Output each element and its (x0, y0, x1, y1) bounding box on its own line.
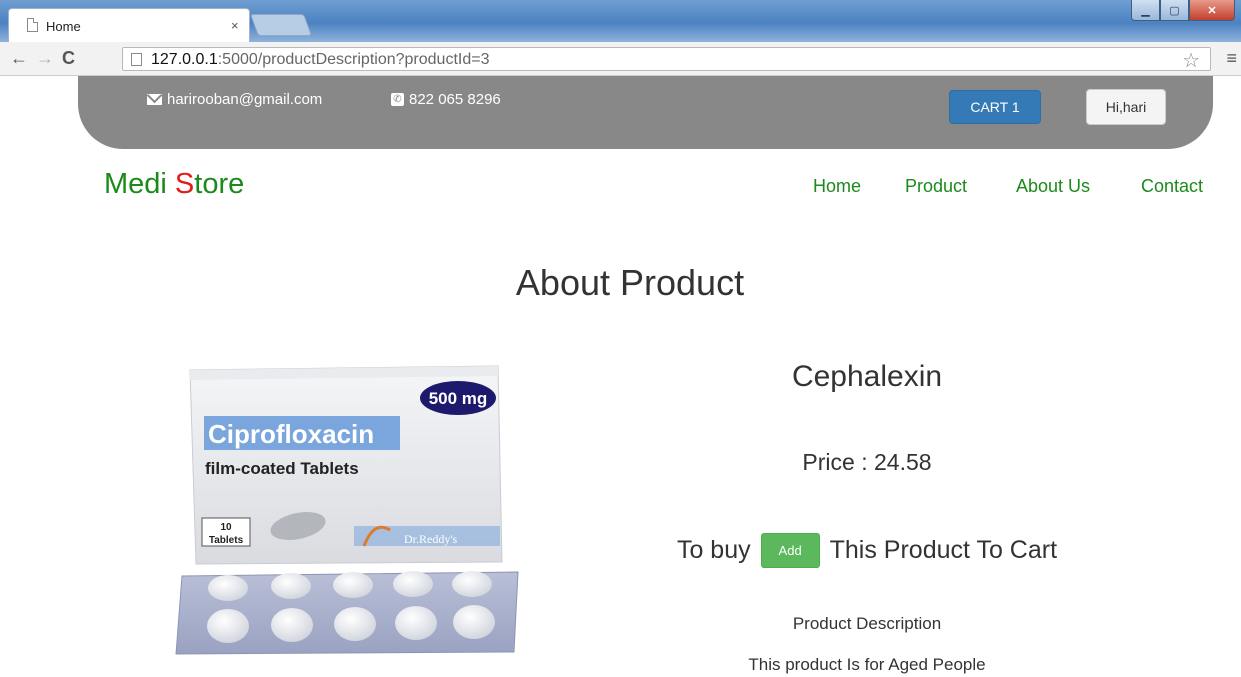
product-price: Price : 24.58 (802, 449, 932, 475)
strength-text: 500 mg (429, 389, 488, 408)
phone-contact: ✆ 822 065 8296 (391, 91, 501, 108)
description-heading: Product Description (792, 614, 942, 633)
top-contact-bar: harirooban@gmail.com ✆ 822 065 8296 CART… (78, 76, 1213, 149)
menu-icon[interactable]: ≡ (1226, 48, 1237, 69)
tab-close-icon[interactable]: × (231, 18, 239, 33)
tab-title: Home (46, 19, 81, 34)
brand-logo[interactable]: Medi Store (104, 168, 244, 201)
window-close-icon[interactable]: ✕ (1189, 0, 1235, 21)
page-title: About Product (515, 262, 745, 303)
phone-icon: ✆ (391, 93, 404, 106)
new-tab-button[interactable] (249, 14, 313, 36)
buy-row: To buy Add This Product To Cart (600, 533, 1134, 568)
buy-prefix: To buy (676, 536, 751, 564)
browser-tab-home[interactable]: Home × (8, 8, 250, 42)
maker-name: Dr.Reddy's (404, 532, 457, 546)
forward-icon[interactable]: → (36, 48, 54, 69)
minimize-icon[interactable]: ▁ (1131, 0, 1160, 21)
url-text[interactable]: 127.0.0.1:5000/productDescription?produc… (151, 51, 489, 69)
nav-contact[interactable]: Contact (1141, 176, 1203, 197)
brand-part-2: tore (194, 168, 245, 200)
count-number: 10 (220, 522, 232, 533)
maximize-icon[interactable]: ▢ (1160, 0, 1189, 21)
brand-s: S (174, 168, 195, 200)
drug-form: film-coated Tablets (205, 459, 359, 478)
nav-home[interactable]: Home (813, 176, 861, 197)
buy-suffix: This Product To Cart (829, 536, 1058, 564)
browser-titlebar: Home × ▁ ▢ ✕ (0, 0, 1241, 42)
description-text: This product Is for Aged People (748, 655, 986, 674)
reload-icon[interactable]: C (62, 48, 75, 69)
browser-toolbar: ← → C 127.0.0.1:5000/productDescription?… (0, 42, 1241, 76)
page-icon (131, 53, 142, 66)
nav-product[interactable]: Product (905, 176, 967, 197)
back-icon[interactable]: ← (10, 48, 28, 69)
page-icon (27, 18, 38, 32)
email-contact: harirooban@gmail.com (147, 91, 322, 108)
count-label: Tablets (209, 535, 244, 546)
brand-part-1: Medi (104, 168, 175, 200)
drug-name: Ciprofloxacin (208, 419, 374, 449)
address-bar[interactable]: 127.0.0.1:5000/productDescription?produc… (122, 47, 1211, 73)
product-name: Cephalexin (791, 360, 943, 393)
user-button[interactable]: Hi,hari (1086, 89, 1166, 125)
envelope-icon (147, 94, 162, 105)
bookmark-star-icon[interactable]: ☆ (1182, 48, 1200, 73)
add-to-cart-button[interactable]: Add (760, 533, 820, 568)
window-controls: ▁ ▢ ✕ (1131, 0, 1235, 22)
nav-about-us[interactable]: About Us (1016, 176, 1090, 197)
cart-button[interactable]: CART 1 (949, 90, 1041, 124)
email-text: harirooban@gmail.com (167, 91, 323, 108)
product-image: 500 mg Ciprofloxacin film-coated Tablets… (175, 365, 519, 655)
phone-text: 822 065 8296 (409, 91, 501, 108)
